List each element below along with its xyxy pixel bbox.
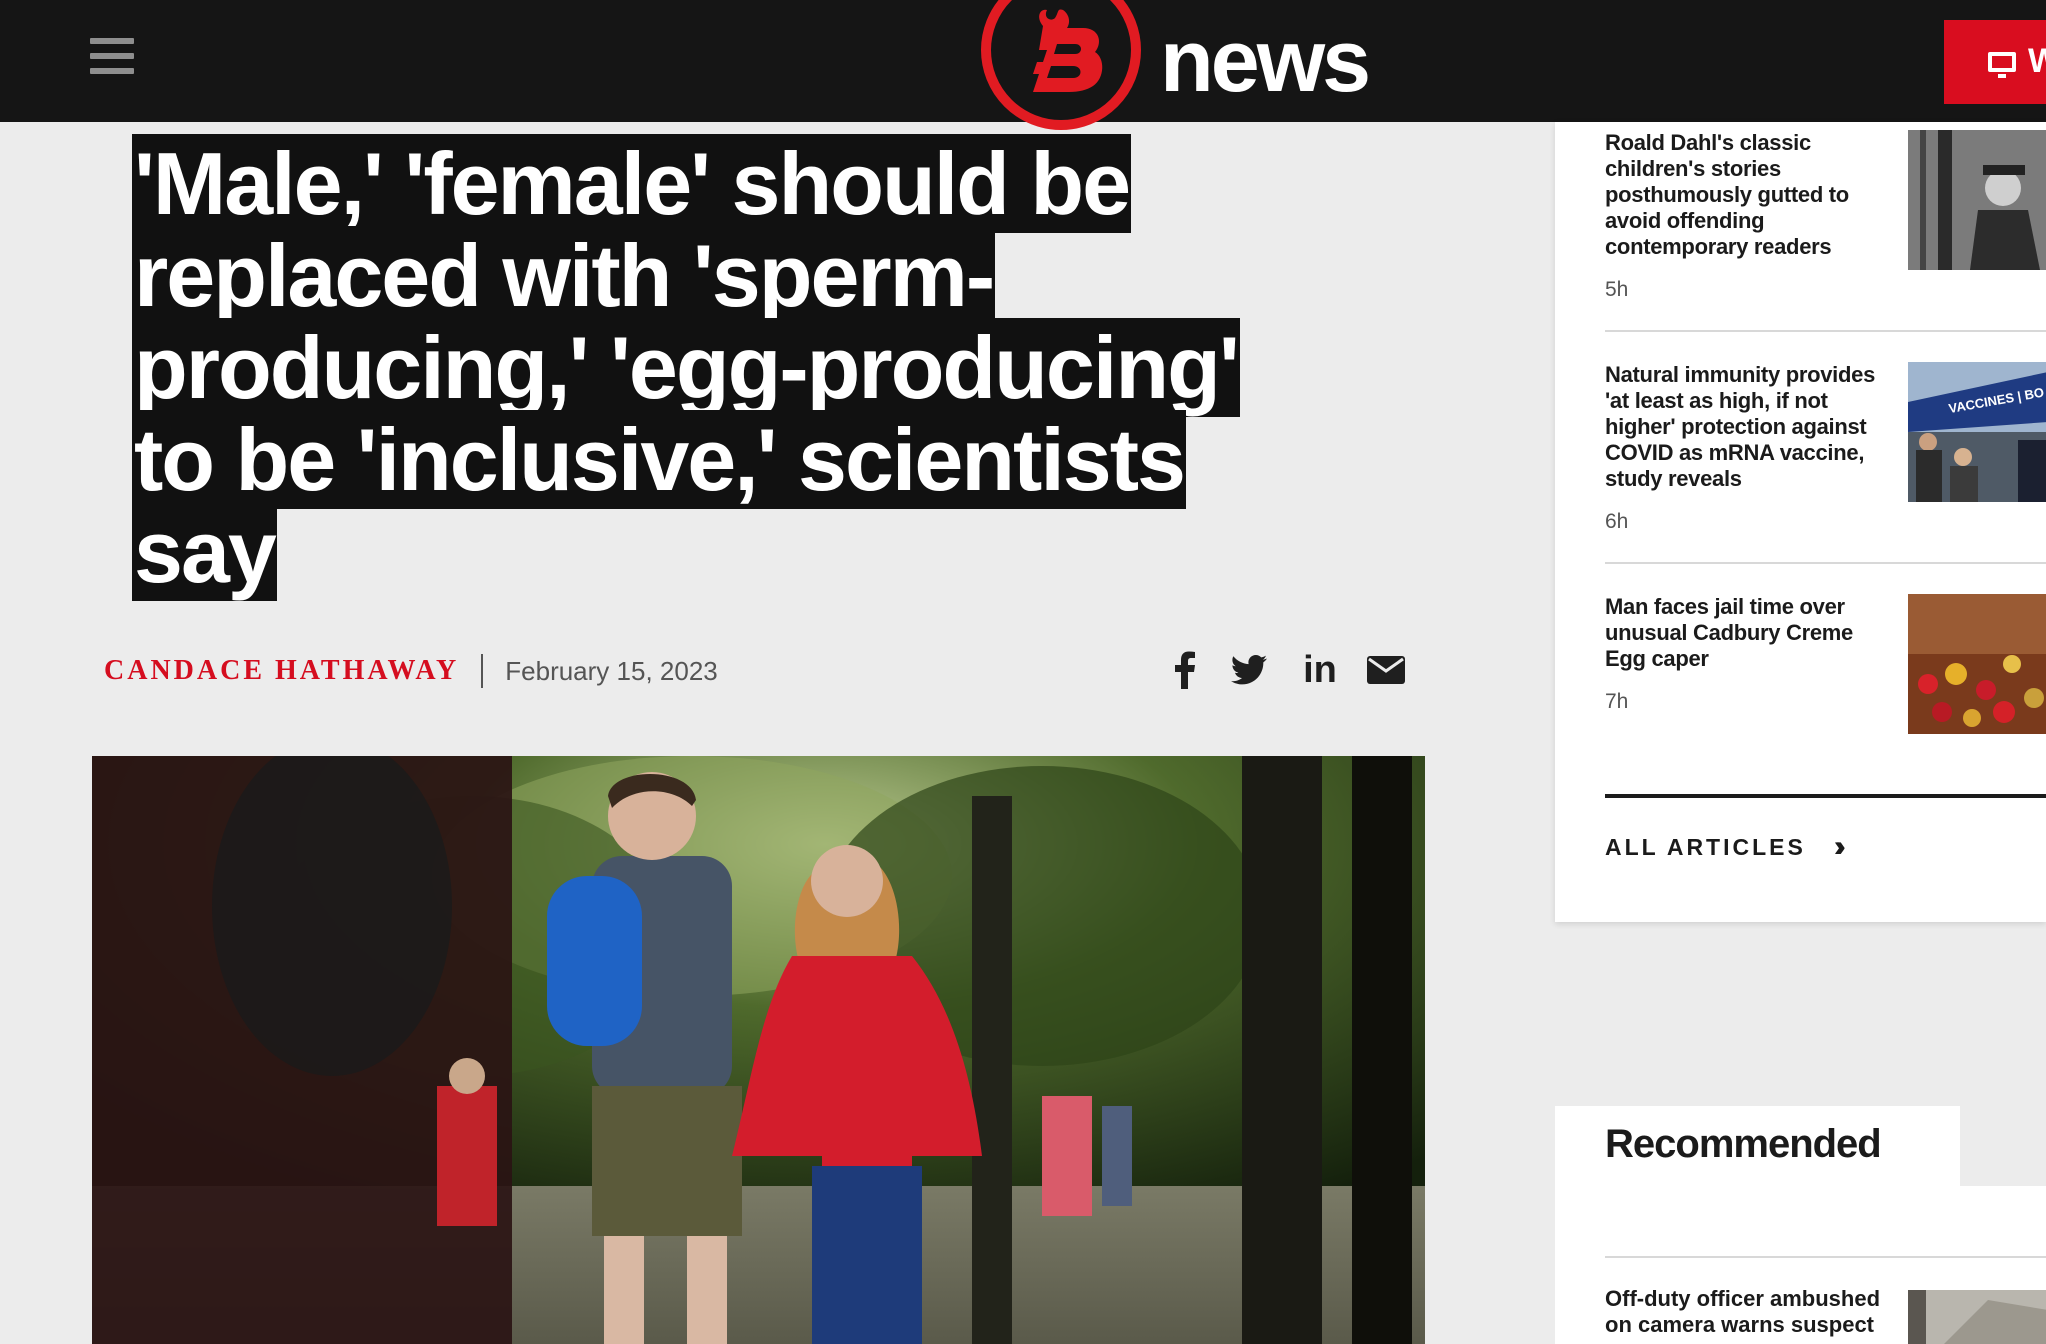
byline-divider [481, 654, 484, 688]
sidebar-footer-rule [1605, 794, 2046, 798]
sidebar-article-thumbnail[interactable] [1908, 594, 2046, 734]
twitter-icon [1231, 655, 1267, 685]
linkedin-icon: in [1303, 648, 1337, 691]
email-icon [1367, 656, 1405, 684]
article-headline: 'Male,' 'female' should be replaced with… [132, 134, 1240, 601]
hamburger-menu-icon[interactable] [90, 38, 134, 78]
all-articles-label: ALL ARTICLES [1605, 833, 1806, 860]
recommended-heading: Recommended [1605, 1122, 1882, 1166]
publish-date: February 15, 2023 [505, 655, 718, 686]
sidebar-article-title[interactable]: Natural immunity provides 'at least as h… [1605, 362, 1895, 492]
byline: CANDACE HATHAWAY February 15, 2023 [104, 654, 718, 688]
watch-live-button[interactable]: W [1944, 20, 2046, 104]
article-hero-image [92, 756, 1425, 1344]
sidebar-article-time: 7h [1605, 690, 1629, 713]
facebook-share-button[interactable] [1168, 648, 1202, 692]
recommended-tab-cutout [1960, 1106, 2046, 1186]
sidebar-divider [1605, 330, 2046, 332]
recommended-article-thumbnail[interactable] [1908, 1290, 2046, 1344]
sidebar-article-time: 6h [1605, 510, 1629, 533]
twitter-share-button[interactable] [1228, 648, 1270, 692]
recommended-divider [1605, 1256, 2046, 1258]
sidebar-article-time: 5h [1605, 278, 1629, 301]
recommended-article-title[interactable]: Off-duty officer ambushed on camera warn… [1605, 1286, 1895, 1338]
sidebar-article-title[interactable]: Roald Dahl's classic children's stories … [1605, 130, 1895, 260]
linkedin-share-button[interactable]: in [1298, 648, 1342, 692]
brand-name[interactable]: news [1160, 10, 1371, 112]
watch-label: W [2028, 42, 2046, 80]
facebook-icon [1175, 651, 1195, 689]
email-share-button[interactable] [1366, 648, 1406, 692]
article-headline-container: 'Male,' 'female' should be replaced with… [132, 134, 1282, 601]
sidebar-article-thumbnail[interactable]: VACCINES | BO [1908, 362, 2046, 502]
all-articles-link[interactable]: ALL ARTICLES ›› [1605, 830, 1846, 864]
blaze-b-logo-icon [1033, 9, 1103, 92]
tv-icon [1988, 52, 2016, 78]
double-chevron-right-icon: ›› [1833, 830, 1846, 863]
recommended-tab-edge [1920, 1106, 1960, 1190]
sidebar-article-thumbnail[interactable] [1908, 130, 2046, 270]
park-couple-photo [92, 756, 1425, 1344]
sidebar-divider [1605, 562, 2046, 564]
author-name[interactable]: CANDACE HATHAWAY [104, 655, 459, 687]
sidebar-article-title[interactable]: Man faces jail time over unusual Cadbury… [1605, 594, 1895, 672]
